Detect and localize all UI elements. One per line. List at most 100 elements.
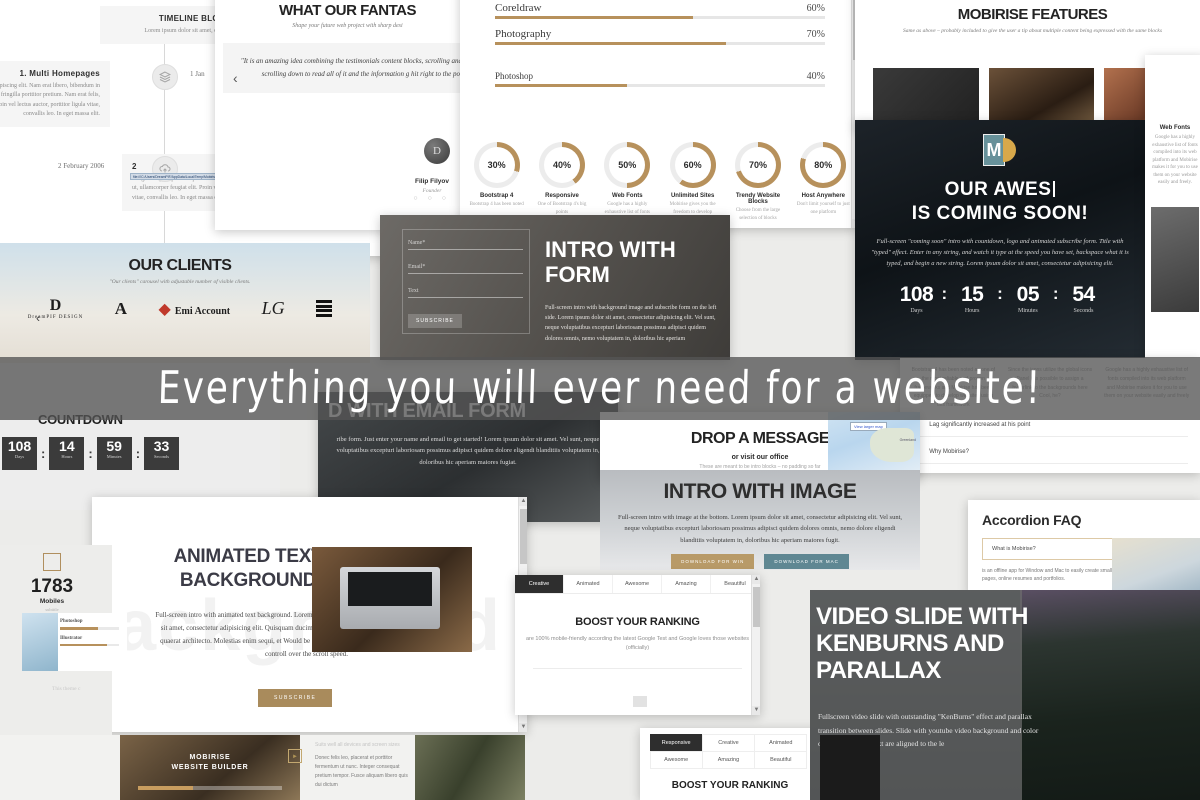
tab-animated[interactable]: Animated <box>564 575 613 593</box>
progress-value: 60% <box>806 3 825 14</box>
download-buttons: DOWNLOAD FOR WIN DOWNLOAD FOR MAC <box>600 554 920 570</box>
tabs-boost-panel-1: Creative Animated Awesome Amazing Beauti… <box>515 575 760 715</box>
circle-value: 60% <box>674 147 711 183</box>
countdown-unit: 33 Seconds <box>144 437 180 470</box>
countdown-label: Days <box>910 307 923 314</box>
countdown-row: 108 Days : 14 Hours : 59 Minutes : 33 Second… <box>2 437 280 470</box>
progress-label: Coreldraw <box>495 2 542 14</box>
circle-title: Bootstrap 4 <box>479 193 514 199</box>
accordion-label: Lag significantly increased at his point <box>929 421 1031 428</box>
stripes-logo <box>316 299 333 319</box>
circle-title: Responsive <box>545 193 579 199</box>
website-builder-panel: MOBIRISE WEBSITE BUILDER ► Suits well al… <box>0 735 420 800</box>
counter-number: 1783 <box>30 576 74 597</box>
countdown-unit: 54 Seconds <box>1067 283 1101 314</box>
countdown-unit: 108 Days <box>899 283 934 314</box>
subscribe-button[interactable]: SUBSCRIBE <box>408 314 462 328</box>
tab-awesome[interactable]: Awesome <box>649 750 703 769</box>
coming-soon-title-line1: OUR AWES <box>944 179 1052 200</box>
author-name: Filip Filyov <box>415 178 449 185</box>
name-field[interactable]: Name* <box>408 237 523 250</box>
video-slide-title: VIDEO SLIDE WITH KENBURNS AND PARALLAX <box>816 603 1046 685</box>
wb-title-line2: WEBSITE BUILDER <box>171 764 249 772</box>
countdown-label: Hours <box>964 307 980 314</box>
progress-value: 70% <box>806 29 825 40</box>
tab-creative[interactable]: Creative <box>515 575 564 593</box>
timeline-spine <box>164 26 165 256</box>
banner-overlay: Everything you will ever need for a webs… <box>0 357 1200 420</box>
tab-responsive[interactable]: Responsive <box>649 733 703 752</box>
tab-awesome[interactable]: Awesome <box>613 575 662 593</box>
countdown-value: 15 <box>960 282 984 306</box>
tab-animated[interactable]: Animated <box>754 733 808 752</box>
clients-logo-row: D DreamPIF DESIGN A ◆ Emi Account LG <box>0 297 370 320</box>
intro-with-form-panel: Name* Email* Text SUBSCRIBE INTRO WITH F… <box>380 215 730 360</box>
play-icon[interactable]: ► <box>288 749 302 763</box>
video-progress-bar[interactable] <box>138 786 282 790</box>
circle-progress-item: 80% Host Anywhere Don't limit yourself t… <box>793 142 853 222</box>
message-field[interactable]: Text <box>408 285 523 298</box>
intro-image-title: INTRO WITH IMAGE <box>663 480 857 503</box>
countdown-label: Minutes <box>106 454 122 460</box>
web-font-card-desc: Google has a highly exhaustive list of f… <box>1152 135 1198 185</box>
circle-value: 50% <box>609 147 646 183</box>
countdown-separator: : <box>997 283 1003 303</box>
circle-progress-item: 50% Web Fonts Google has a highly exhaus… <box>597 142 657 222</box>
map-region-label: Greenland <box>899 438 916 442</box>
countdown-value: 54 <box>1072 282 1095 306</box>
tab-amazing[interactable]: Amazing <box>701 750 756 769</box>
carousel-pager[interactable]: ○ ○ ○ <box>413 195 450 202</box>
camo-image-panel <box>415 735 525 800</box>
progress-value: 40% <box>806 71 825 82</box>
countdown-value: 14 <box>59 438 75 454</box>
circle-desc: One of Bootstrap 4's big points <box>537 202 587 215</box>
video-title-line1: VIDEO SLIDE WITH <box>816 603 1029 630</box>
testimonials-subtitle: Shape your future web project with sharp… <box>292 23 403 29</box>
sun-icon <box>1003 138 1016 162</box>
email-field[interactable]: Email* <box>408 261 523 274</box>
countdown-label: Seconds <box>154 454 170 460</box>
tab-creative[interactable]: Creative <box>701 733 756 752</box>
progress-bar-row: Coreldraw 60% <box>495 2 825 19</box>
download-mac-button[interactable]: DOWNLOAD FOR MAC <box>764 554 849 570</box>
timeline-entry-body: Lorem ipsum dolor sit amet, consectetur … <box>0 83 100 117</box>
accordion-row[interactable]: + Why Mobirise? <box>912 442 1188 464</box>
mobile-icon <box>43 553 61 571</box>
animated-subscribe-button[interactable]: SUBSCRIBE <box>258 689 333 707</box>
countdown-separator: : <box>941 283 948 303</box>
progress-bar-row: Photoshop 40% <box>495 71 825 87</box>
website-builder-text: Suits well all devices and screen sizes … <box>315 741 412 790</box>
intro-with-image-panel: INTRO WITH IMAGE Full-screen intro with … <box>600 470 920 570</box>
coming-soon-description: Full-screen "coming soon" intro with cou… <box>871 237 1129 267</box>
layers-icon <box>152 64 178 90</box>
scrollbar[interactable]: ▲▼ <box>751 575 760 715</box>
circle-progress-item: 60% Unlimited Sites Mobirise gives you t… <box>663 142 723 222</box>
skill-label: Photoshop <box>60 619 83 624</box>
divider <box>533 667 742 669</box>
features-title: MOBIRISE FEATURES <box>957 6 1108 23</box>
download-win-button[interactable]: DOWNLOAD FOR WIN <box>671 554 755 570</box>
circle-progress-item: 40% Responsive One of Bootstrap 4's big … <box>532 142 592 222</box>
countdown-unit: 108 Days <box>2 437 37 470</box>
web-fonts-cards-panel: Web Fonts Google has a highly exhaustive… <box>1145 55 1200 385</box>
banner-text: Everything you will ever need for a webs… <box>157 362 1043 415</box>
intro-email-description: ribe form. Just enter your name and emai… <box>336 436 600 466</box>
tab-bar: Creative Animated Awesome Amazing Beauti… <box>515 575 760 594</box>
clients-prev-icon[interactable]: ‹ <box>36 311 40 325</box>
road-background-image <box>1020 590 1200 800</box>
countdown-label: Seconds <box>1073 307 1094 314</box>
circle-title: Host Anywhere <box>801 193 846 199</box>
author-role: Founder <box>422 188 442 194</box>
countdown-value: 05 <box>1016 282 1040 306</box>
web-font-card-title: Web Fonts <box>1159 125 1191 131</box>
script-lg-logo: LG <box>261 298 285 318</box>
mobirise-logo-icon: M <box>977 134 1023 168</box>
circle-desc: Bootstrap 4 has been noted <box>469 202 524 207</box>
tab-beautiful[interactable]: Beautiful <box>754 750 808 769</box>
video-caption: MOBIRISE WEBSITE BUILDER <box>120 753 300 773</box>
website-builder-video[interactable]: MOBIRISE WEBSITE BUILDER <box>120 735 300 800</box>
countdown-label: Hours <box>61 454 73 460</box>
countdown-unit: 15 Hours <box>955 283 989 314</box>
carousel-prev-icon[interactable]: ‹ <box>233 70 238 86</box>
tab-amazing[interactable]: Amazing <box>662 575 711 593</box>
